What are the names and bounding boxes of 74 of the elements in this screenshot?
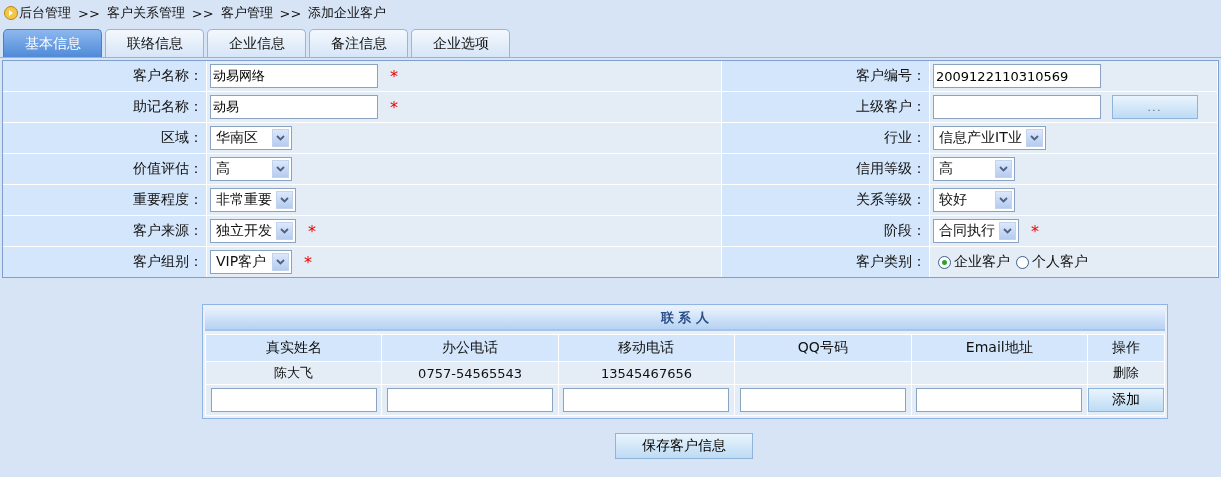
field-label: 区域： — [3, 123, 207, 153]
table-cell: 陈大飞 — [205, 361, 382, 385]
breadcrumb-separator: >> — [78, 5, 100, 21]
radio-button[interactable] — [1016, 255, 1029, 269]
tab[interactable]: 企业选项 — [411, 29, 510, 57]
column-header: QQ号码 — [734, 334, 912, 362]
input-field[interactable] — [210, 388, 377, 412]
table-cell: 13545467656 — [558, 361, 735, 385]
field-label: 客户组别： — [3, 247, 207, 277]
dropdown[interactable]: 非常重要 — [210, 188, 296, 212]
caret-icon[interactable] — [276, 191, 293, 209]
dropdown[interactable]: VIP客户 — [210, 250, 292, 274]
text-field[interactable]: 动易 — [210, 95, 378, 119]
column-header: 移动电话 — [558, 334, 735, 362]
field-label: 上级客户： — [722, 92, 930, 122]
input-field[interactable] — [916, 388, 1083, 412]
tab[interactable]: 联络信息 — [105, 29, 204, 57]
column-header: 真实姓名 — [205, 334, 382, 362]
required-mark: * — [390, 97, 398, 117]
breadcrumb-link[interactable]: 客户关系管理 — [106, 4, 185, 22]
tab[interactable]: 备注信息 — [309, 29, 408, 57]
radio-label[interactable]: 企业客户 — [954, 253, 1010, 271]
input-field[interactable] — [387, 388, 554, 412]
caret-icon[interactable] — [995, 191, 1012, 209]
field-label: 重要程度： — [3, 185, 207, 215]
breadcrumb-link[interactable]: 后台管理 — [19, 4, 71, 22]
dropdown[interactable]: 合同执行 — [933, 219, 1019, 243]
dropdown[interactable]: 华南区 — [210, 126, 292, 150]
dropdown[interactable]: 信息产业IT业 — [933, 126, 1046, 150]
field-label: 客户编号： — [722, 61, 930, 91]
breadcrumb-link[interactable]: 添加企业客户 — [308, 4, 387, 22]
column-header: 操作 — [1087, 334, 1165, 362]
dropdown[interactable]: 高 — [210, 157, 292, 181]
radio-button[interactable] — [938, 255, 951, 269]
caret-icon[interactable] — [272, 160, 289, 178]
dropdown[interactable]: 高 — [933, 157, 1015, 181]
field-label: 阶段： — [722, 216, 930, 246]
caret-icon[interactable] — [995, 160, 1012, 178]
field-label: 客户名称： — [3, 61, 207, 91]
text-field[interactable]: 2009122110310569 — [933, 64, 1101, 88]
column-header: Email地址 — [911, 334, 1088, 362]
breadcrumb-separator: >> — [279, 5, 302, 21]
add-button[interactable]: 添加 — [1088, 388, 1164, 412]
table-cell: 0757-54565543 — [381, 361, 559, 385]
required-mark: * — [390, 66, 398, 86]
caret-icon[interactable] — [276, 222, 293, 240]
field-label: 助记名称： — [3, 92, 207, 122]
column-header: 办公电话 — [381, 334, 559, 362]
panel-title: 联 系 人 — [205, 307, 1165, 331]
tab[interactable]: 企业信息 — [207, 29, 306, 57]
dropdown[interactable]: 较好 — [933, 188, 1015, 212]
caret-icon[interactable] — [1025, 129, 1043, 147]
required-mark: * — [308, 221, 316, 241]
required-mark: * — [1031, 221, 1039, 241]
text-field[interactable] — [933, 95, 1101, 119]
caret-icon[interactable] — [272, 253, 289, 271]
field-label: 客户类别： — [722, 247, 930, 277]
field-label: 行业： — [722, 123, 930, 153]
required-mark: * — [304, 252, 312, 272]
field-label: 信用等级： — [722, 154, 930, 184]
caret-icon[interactable] — [272, 129, 289, 147]
field-label: 价值评估： — [3, 154, 207, 184]
browse-button[interactable]: ... — [1112, 95, 1198, 119]
breadcrumb-separator: >> — [191, 5, 214, 21]
save-button[interactable]: 保存客户信息 — [615, 433, 753, 459]
input-field[interactable] — [739, 388, 906, 412]
radio-label[interactable]: 个人客户 — [1032, 253, 1088, 271]
breadcrumb-link[interactable]: 客户管理 — [220, 4, 273, 22]
field-label: 客户来源： — [3, 216, 207, 246]
field-label: 关系等级： — [722, 185, 930, 215]
text-field[interactable]: 动易网络 — [210, 64, 378, 88]
dropdown[interactable]: 独立开发 — [210, 219, 296, 243]
input-field[interactable] — [563, 388, 730, 412]
caret-icon[interactable] — [999, 222, 1016, 240]
